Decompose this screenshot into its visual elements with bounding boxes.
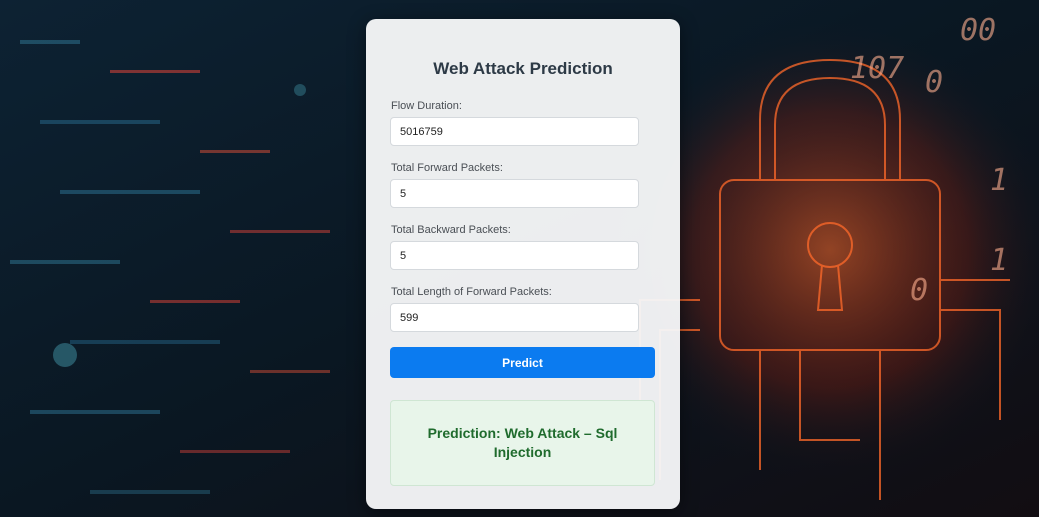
total-backward-packets-input[interactable] — [390, 241, 639, 270]
total-forward-packets-input[interactable] — [390, 179, 639, 208]
bg-number: 1 — [990, 163, 1008, 198]
predict-button[interactable]: Predict — [390, 347, 655, 378]
bg-number: 0 — [910, 273, 928, 308]
total-forward-packets-label: Total Forward Packets: — [391, 162, 503, 174]
flow-duration-input[interactable] — [390, 117, 639, 146]
total-backward-packets-label: Total Backward Packets: — [391, 224, 511, 236]
prediction-card: Web Attack Prediction Flow Duration: Tot… — [366, 19, 680, 509]
prediction-result-box: Prediction: Web Attack – Sql Injection — [390, 400, 655, 486]
bg-number: 1 — [990, 243, 1008, 278]
page-title: Web Attack Prediction — [433, 59, 613, 78]
bg-number: 0 — [925, 65, 943, 100]
flow-duration-label: Flow Duration: — [391, 100, 462, 112]
bg-number: 00 — [960, 13, 996, 48]
prediction-result-text: Prediction: Web Attack – Sql Injection — [427, 425, 618, 460]
bg-number: 107 — [850, 51, 904, 86]
total-length-forward-packets-input[interactable] — [390, 303, 639, 332]
total-length-forward-packets-label: Total Length of Forward Packets: — [391, 286, 552, 298]
